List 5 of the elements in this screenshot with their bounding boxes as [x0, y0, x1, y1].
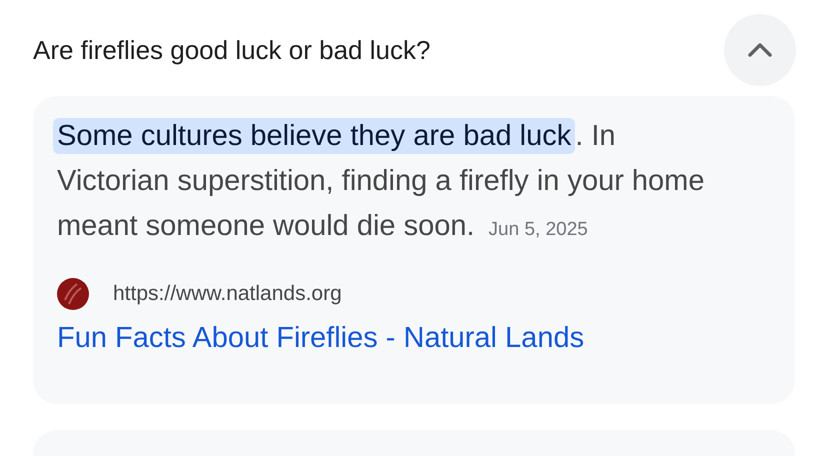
source-url: https://www.natlands.org: [113, 282, 342, 306]
question-text: Are fireflies good luck or bad luck?: [33, 34, 430, 66]
chevron-icon: [747, 42, 773, 58]
source-link[interactable]: Fun Facts About Fireflies - Natural Lands: [57, 322, 584, 355]
site-favicon-icon: [57, 278, 89, 310]
